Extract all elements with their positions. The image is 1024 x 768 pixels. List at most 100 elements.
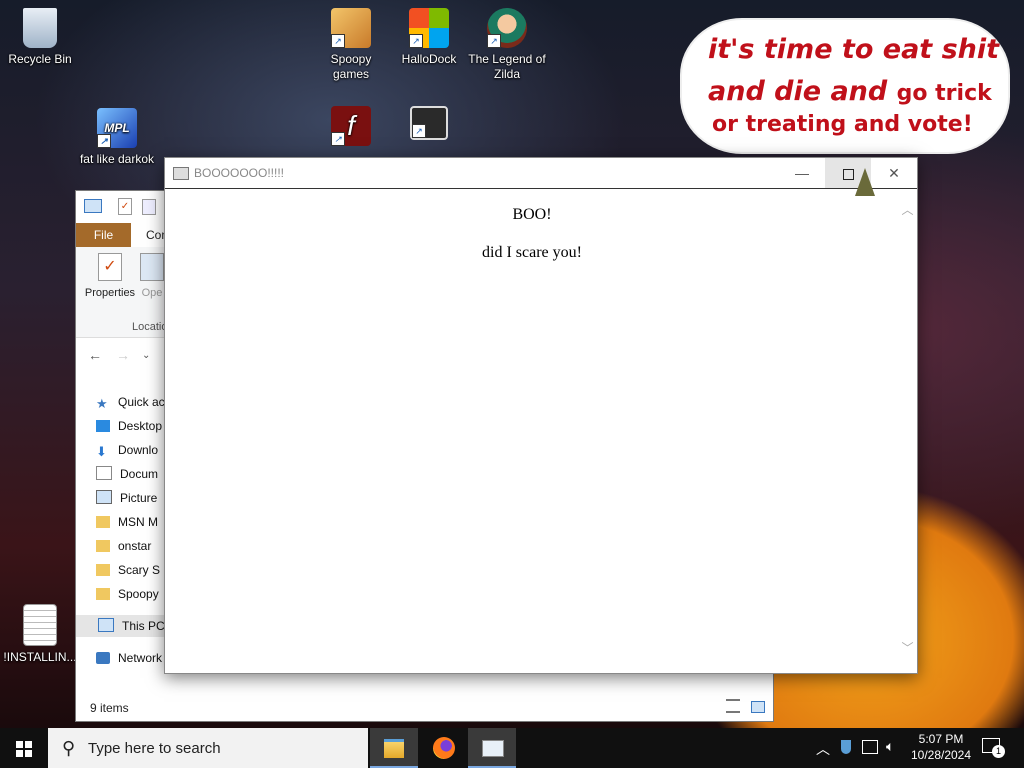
- windows-start-icon: [16, 741, 32, 757]
- folder-icon: [96, 516, 110, 528]
- title-bar[interactable]: BOOOOOOO!!!!! — ✕: [165, 158, 917, 189]
- bubble-line-2a: and die and: [708, 76, 888, 107]
- installing-file-shortcut[interactable]: !INSTALLIN...: [0, 604, 80, 665]
- open-icon: [140, 253, 164, 281]
- properties-icon: ✓: [98, 253, 122, 281]
- status-item-count: 9 items: [90, 701, 129, 715]
- spoopy-games-label: Spoopy games: [330, 52, 372, 81]
- taskbar-file-explorer[interactable]: [370, 728, 418, 768]
- text-file-icon: [23, 604, 57, 646]
- action-center-button[interactable]: 1: [982, 736, 1005, 758]
- minimize-icon: —: [795, 165, 809, 181]
- nav-item-label: Desktop: [118, 419, 163, 433]
- scroll-up-icon[interactable]: ︿: [899, 201, 916, 218]
- search-box[interactable]: ⚲ Type here to search: [48, 728, 368, 768]
- back-arrow-icon[interactable]: ←: [88, 347, 102, 363]
- boo-dialog-window[interactable]: BOOOOOOO!!!!! — ✕ BOO! did I scare you! …: [164, 157, 918, 674]
- hallodock-label: HalloDock: [401, 52, 457, 66]
- show-hidden-icons-chevron-icon[interactable]: ︿: [816, 739, 830, 759]
- nav-item-label: MSN M: [118, 515, 158, 529]
- taskbar-app-window[interactable]: [468, 728, 516, 768]
- nav-item-label: Spoopy: [118, 587, 159, 601]
- bubble-line-2b: go trick: [896, 81, 992, 106]
- network-tray-icon[interactable]: [862, 740, 878, 754]
- nav-item-label: This PC: [122, 619, 165, 633]
- nav-item-label: onstar: [118, 539, 152, 553]
- view-toggle: [726, 699, 766, 716]
- speech-bubble: it's time to eat shit and die and go tri…: [682, 20, 1008, 152]
- program-shortcut[interactable]: ↗: [389, 106, 469, 144]
- forward-arrow-icon[interactable]: →: [116, 347, 130, 363]
- nav-item[interactable]: This PC: [76, 615, 176, 637]
- desktop-icon: [96, 420, 110, 432]
- shortcut-arrow-icon: ↗: [409, 34, 423, 48]
- recycle-bin-icon: [23, 8, 57, 48]
- dialog-content: BOO! did I scare you!: [165, 189, 899, 673]
- nav-item-label: Picture: [120, 491, 158, 505]
- window-app-icon: [173, 167, 189, 180]
- folder-icon: [96, 564, 110, 576]
- clock-date: 10/28/2024: [910, 748, 972, 762]
- computer-icon: [98, 618, 114, 632]
- folder-icon: [384, 739, 404, 758]
- vertical-scrollbar[interactable]: ︿ ﹀: [899, 189, 916, 673]
- fat-like-darkok-shortcut[interactable]: MPL ↗ fat like darkok: [77, 108, 157, 167]
- folder-icon: [96, 588, 110, 600]
- shortcut-arrow-icon: ↗: [331, 132, 345, 146]
- notification-count-badge: 1: [992, 745, 1005, 758]
- close-button[interactable]: ✕: [871, 158, 917, 188]
- network-icon: [96, 652, 110, 664]
- shortcut-arrow-icon: ↗: [412, 124, 426, 138]
- taskbar: ⚲ Type here to search ︿ 🔈︎ 5:07 PM 10/28…: [0, 728, 1024, 768]
- legend-of-zilda-label: The Legend of Zilda: [468, 52, 546, 81]
- scare-message: did I scare you!: [482, 244, 582, 261]
- nav-item-label: Docum: [120, 467, 159, 481]
- start-button[interactable]: [0, 728, 48, 768]
- properties-label: Properties: [84, 287, 136, 299]
- chevron-down-icon[interactable]: ⌄: [142, 350, 150, 361]
- close-icon: ✕: [888, 165, 900, 181]
- taskbar-firefox[interactable]: [420, 728, 468, 768]
- witch-hat-cursor-icon: [855, 168, 875, 196]
- large-icons-view-icon[interactable]: [751, 701, 766, 713]
- recycle-bin-shortcut[interactable]: Recycle Bin: [0, 8, 80, 67]
- tab-file[interactable]: File: [76, 223, 131, 247]
- flash-icon: f ↗: [331, 106, 371, 146]
- new-folder-icon[interactable]: [142, 199, 156, 215]
- shortcut-arrow-icon: ↗: [487, 34, 501, 48]
- legend-of-zilda-shortcut[interactable]: ↗ The Legend of Zilda: [467, 8, 547, 82]
- clock[interactable]: 5:07 PM 10/28/2024: [896, 731, 986, 763]
- clock-time: 5:07 PM: [918, 732, 964, 746]
- bubble-line-1: it's time to eat shit: [708, 34, 1000, 65]
- window-shield-icon: ↗: [410, 106, 448, 140]
- flash-shortcut[interactable]: f ↗: [311, 106, 391, 150]
- folder-icon: ↗: [331, 8, 371, 48]
- firefox-icon: [433, 737, 455, 759]
- properties-button[interactable]: ✓ Properties: [80, 253, 140, 299]
- volume-tray-icon[interactable]: 🔈︎: [886, 738, 894, 755]
- spoopy-games-shortcut[interactable]: ↗ Spoopy games: [311, 8, 391, 82]
- shortcut-arrow-icon: ↗: [331, 34, 345, 48]
- star-icon: ★: [96, 396, 108, 411]
- search-placeholder: Type here to search: [88, 740, 221, 757]
- shortcut-arrow-icon: ↗: [97, 134, 111, 148]
- computer-icon[interactable]: [84, 199, 102, 213]
- maximize-icon: [842, 168, 854, 180]
- document-icon: [96, 466, 112, 480]
- properties-check-icon[interactable]: ✓: [118, 198, 132, 215]
- mpl-logo-icon: MPL ↗: [97, 108, 137, 148]
- shield-tray-icon[interactable]: [841, 740, 851, 754]
- bubble-line-3: or treating and vote!: [712, 112, 973, 137]
- minimize-button[interactable]: —: [779, 158, 825, 188]
- search-icon: ⚲: [62, 738, 76, 758]
- folder-icon: [96, 540, 110, 552]
- installing-file-label: !INSTALLIN...: [3, 650, 77, 664]
- picture-icon: [96, 490, 112, 504]
- details-view-icon[interactable]: [726, 699, 740, 713]
- location-group-label: Locatio: [132, 321, 168, 333]
- scroll-down-icon[interactable]: ﹀: [899, 639, 916, 656]
- boo-heading: BOO!: [512, 206, 552, 223]
- nav-item-label: Scary S: [118, 563, 161, 577]
- hallodock-shortcut[interactable]: ↗ HalloDock: [389, 8, 469, 67]
- nav-item-label: Network: [118, 651, 163, 665]
